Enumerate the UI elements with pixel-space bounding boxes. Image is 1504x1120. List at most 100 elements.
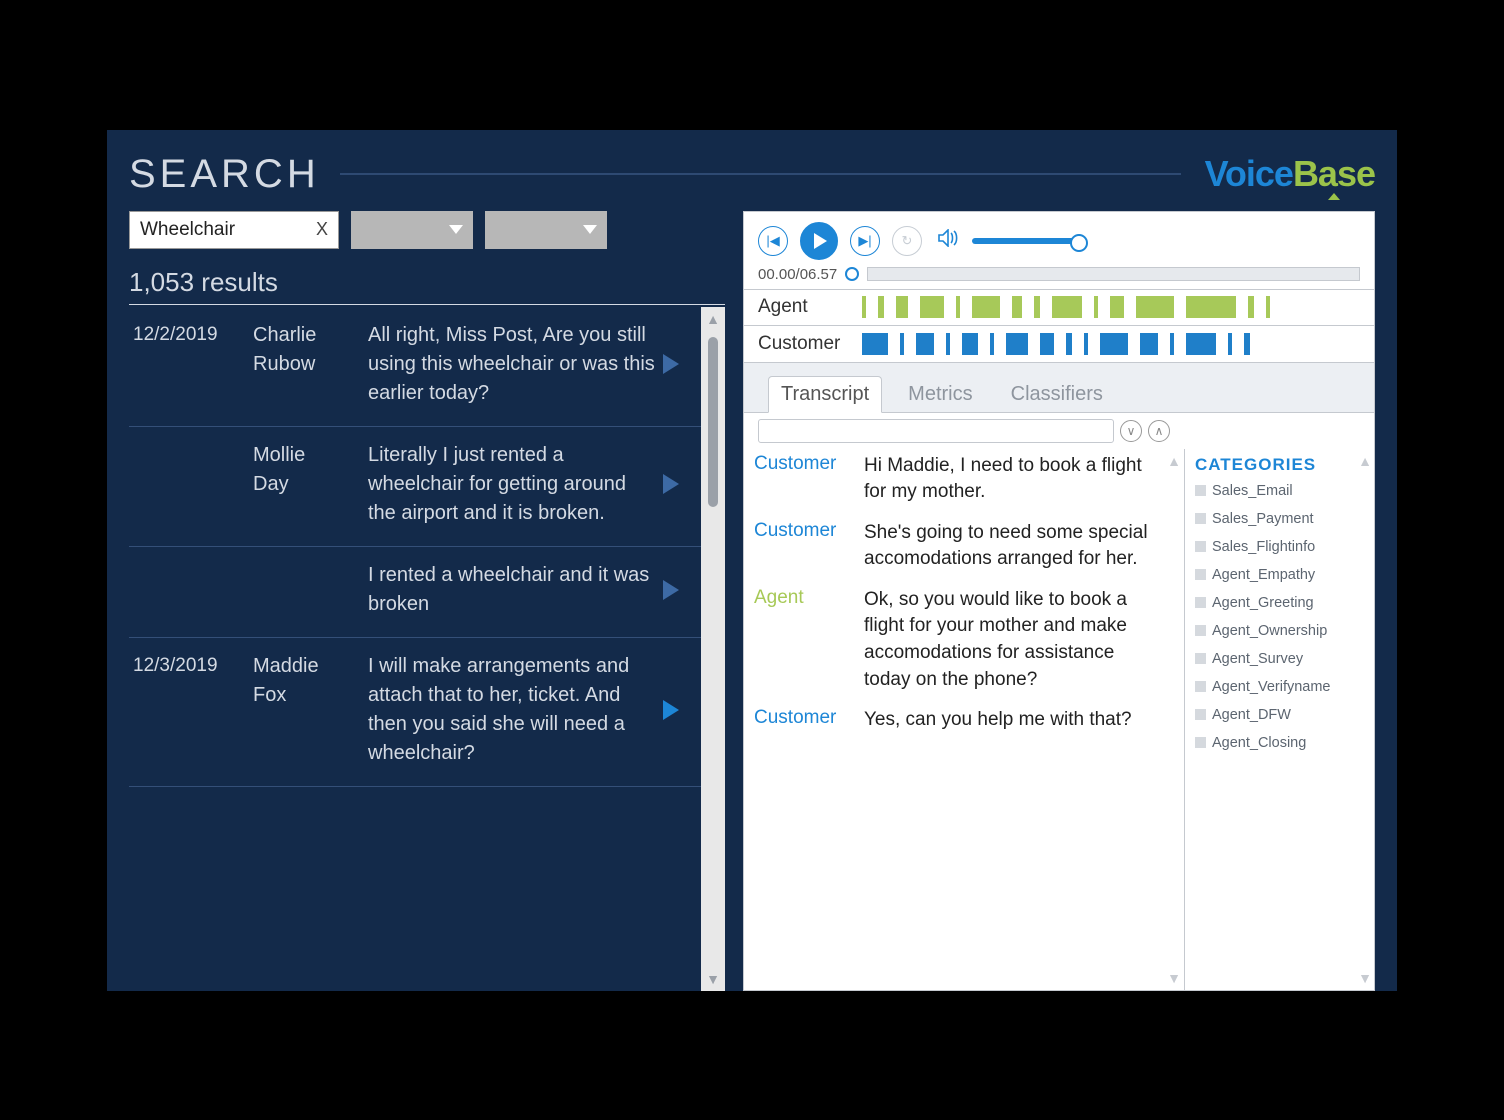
- playhead-knob[interactable]: [845, 267, 859, 281]
- play-result-button[interactable]: [663, 474, 679, 494]
- category-item[interactable]: Agent_Empathy: [1195, 567, 1348, 583]
- timeline-track[interactable]: [867, 267, 1360, 281]
- transcript-pane: CustomerHi Maddie, I need to book a flig…: [744, 449, 1164, 990]
- loop-button[interactable]: ↻: [892, 226, 922, 256]
- play-result-button[interactable]: [663, 354, 679, 374]
- waveform-segment: [878, 296, 884, 318]
- waveform-segment: [1066, 333, 1072, 355]
- category-item[interactable]: Agent_DFW: [1195, 707, 1348, 723]
- category-label: Agent_Closing: [1212, 735, 1306, 751]
- scroll-up-icon[interactable]: ▲: [1167, 449, 1181, 473]
- title-wrap: SEARCH: [129, 152, 1205, 197]
- play-result-button[interactable]: [663, 580, 679, 600]
- result-play-col: [663, 652, 697, 768]
- waveform-segment: [1040, 333, 1054, 355]
- waveform-segment: [1266, 296, 1270, 318]
- previous-button[interactable]: |◀: [758, 226, 788, 256]
- result-text: All right, Miss Post, Are you still usin…: [368, 321, 663, 408]
- waveform-segment: [900, 333, 904, 355]
- category-item[interactable]: Agent_Greeting: [1195, 595, 1348, 611]
- waveform-segment: [862, 333, 888, 355]
- tab-metrics[interactable]: Metrics: [896, 377, 984, 412]
- filter-up-button[interactable]: ∧: [1148, 420, 1170, 442]
- waveform-segment: [1248, 296, 1254, 318]
- header: SEARCH VoiceBase: [129, 152, 1375, 197]
- categories-scrollbar[interactable]: ▲ ▼: [1356, 449, 1374, 990]
- waveform-row-agent: Agent: [744, 290, 1374, 326]
- result-date: [133, 561, 253, 619]
- volume-icon[interactable]: [938, 229, 960, 253]
- category-checkbox[interactable]: [1195, 513, 1206, 524]
- results-scrollbar[interactable]: ▲ ▼: [701, 307, 725, 991]
- category-item[interactable]: Sales_Flightinfo: [1195, 539, 1348, 555]
- scroll-down-icon[interactable]: ▼: [1358, 966, 1372, 990]
- chevron-down-icon: [583, 225, 597, 234]
- scroll-up-icon[interactable]: ▲: [706, 307, 720, 331]
- clear-search-button[interactable]: X: [316, 219, 328, 240]
- category-item[interactable]: Sales_Payment: [1195, 511, 1348, 527]
- logo-triangle-icon: [1328, 193, 1340, 200]
- waveform-label-customer: Customer: [744, 333, 862, 355]
- transcript-filter-input[interactable]: [758, 419, 1114, 443]
- result-play-col: [663, 441, 697, 528]
- categories-pane: CATEGORIES Sales_EmailSales_PaymentSales…: [1184, 449, 1374, 990]
- category-checkbox[interactable]: [1195, 653, 1206, 664]
- waveform-segment: [1084, 333, 1088, 355]
- transcript-filter-row: ∨ ∧: [744, 413, 1184, 449]
- filter-dropdown-1[interactable]: [351, 211, 473, 249]
- scroll-down-icon[interactable]: ▼: [1167, 966, 1181, 990]
- filter-dropdown-2[interactable]: [485, 211, 607, 249]
- title-divider: [340, 173, 1181, 175]
- category-checkbox[interactable]: [1195, 597, 1206, 608]
- category-label: Sales_Payment: [1212, 511, 1314, 527]
- waveform-segment: [972, 296, 1000, 318]
- category-checkbox[interactable]: [1195, 569, 1206, 580]
- category-label: Agent_Survey: [1212, 651, 1303, 667]
- app-frame: SEARCH VoiceBase Wheelchair X 1,053 resu…: [107, 130, 1397, 991]
- category-checkbox[interactable]: [1195, 737, 1206, 748]
- tab-transcript[interactable]: Transcript: [768, 376, 882, 413]
- category-item[interactable]: Sales_Email: [1195, 483, 1348, 499]
- waveform-block: Agent Customer: [744, 289, 1374, 363]
- result-row[interactable]: 12/3/2019MaddieFoxI will make arrangemen…: [129, 638, 701, 787]
- result-name: [253, 561, 368, 619]
- play-result-button[interactable]: [663, 700, 679, 720]
- category-label: Sales_Flightinfo: [1212, 539, 1315, 555]
- category-checkbox[interactable]: [1195, 485, 1206, 496]
- category-checkbox[interactable]: [1195, 625, 1206, 636]
- category-item[interactable]: Agent_Closing: [1195, 735, 1348, 751]
- search-input[interactable]: Wheelchair X: [129, 211, 339, 249]
- result-play-col: [663, 561, 697, 619]
- result-play-col: [663, 321, 697, 408]
- transcript-line: CustomerShe's going to need some special…: [754, 520, 1158, 573]
- result-row[interactable]: I rented a wheelchair and it was broken: [129, 547, 701, 638]
- scroll-up-icon[interactable]: ▲: [1358, 449, 1372, 473]
- category-checkbox[interactable]: [1195, 709, 1206, 720]
- scroll-thumb[interactable]: [708, 337, 718, 507]
- category-item[interactable]: Agent_Survey: [1195, 651, 1348, 667]
- detail-panel: |◀ ▶| ↻ 00.00/06.57 Agent: [743, 211, 1375, 991]
- waveform-bars-agent[interactable]: [862, 290, 1374, 325]
- result-row[interactable]: 12/2/2019CharlieRubowAll right, Miss Pos…: [129, 307, 701, 427]
- filter-down-button[interactable]: ∨: [1120, 420, 1142, 442]
- scroll-down-icon[interactable]: ▼: [706, 967, 720, 991]
- logo-part-b: Base: [1293, 153, 1375, 194]
- search-bar: Wheelchair X: [129, 211, 725, 249]
- speaker-label: Customer: [754, 453, 864, 506]
- transcript-scrollbar[interactable]: ▲ ▼: [1164, 449, 1184, 990]
- results-wrap: 12/2/2019CharlieRubowAll right, Miss Pos…: [129, 307, 725, 991]
- volume-slider[interactable]: [972, 238, 1082, 244]
- waveform-segment: [1136, 296, 1174, 318]
- category-checkbox[interactable]: [1195, 681, 1206, 692]
- result-row[interactable]: MollieDayLiterally I just rented a wheel…: [129, 427, 701, 547]
- category-item[interactable]: Agent_Ownership: [1195, 623, 1348, 639]
- category-checkbox[interactable]: [1195, 541, 1206, 552]
- tab-classifiers[interactable]: Classifiers: [999, 377, 1115, 412]
- waveform-bars-customer[interactable]: [862, 326, 1374, 362]
- category-item[interactable]: Agent_Verifyname: [1195, 679, 1348, 695]
- result-name: CharlieRubow: [253, 321, 368, 408]
- play-button[interactable]: [800, 222, 838, 260]
- next-button[interactable]: ▶|: [850, 226, 880, 256]
- player-section: |◀ ▶| ↻ 00.00/06.57: [744, 212, 1374, 289]
- waveform-segment: [1186, 333, 1216, 355]
